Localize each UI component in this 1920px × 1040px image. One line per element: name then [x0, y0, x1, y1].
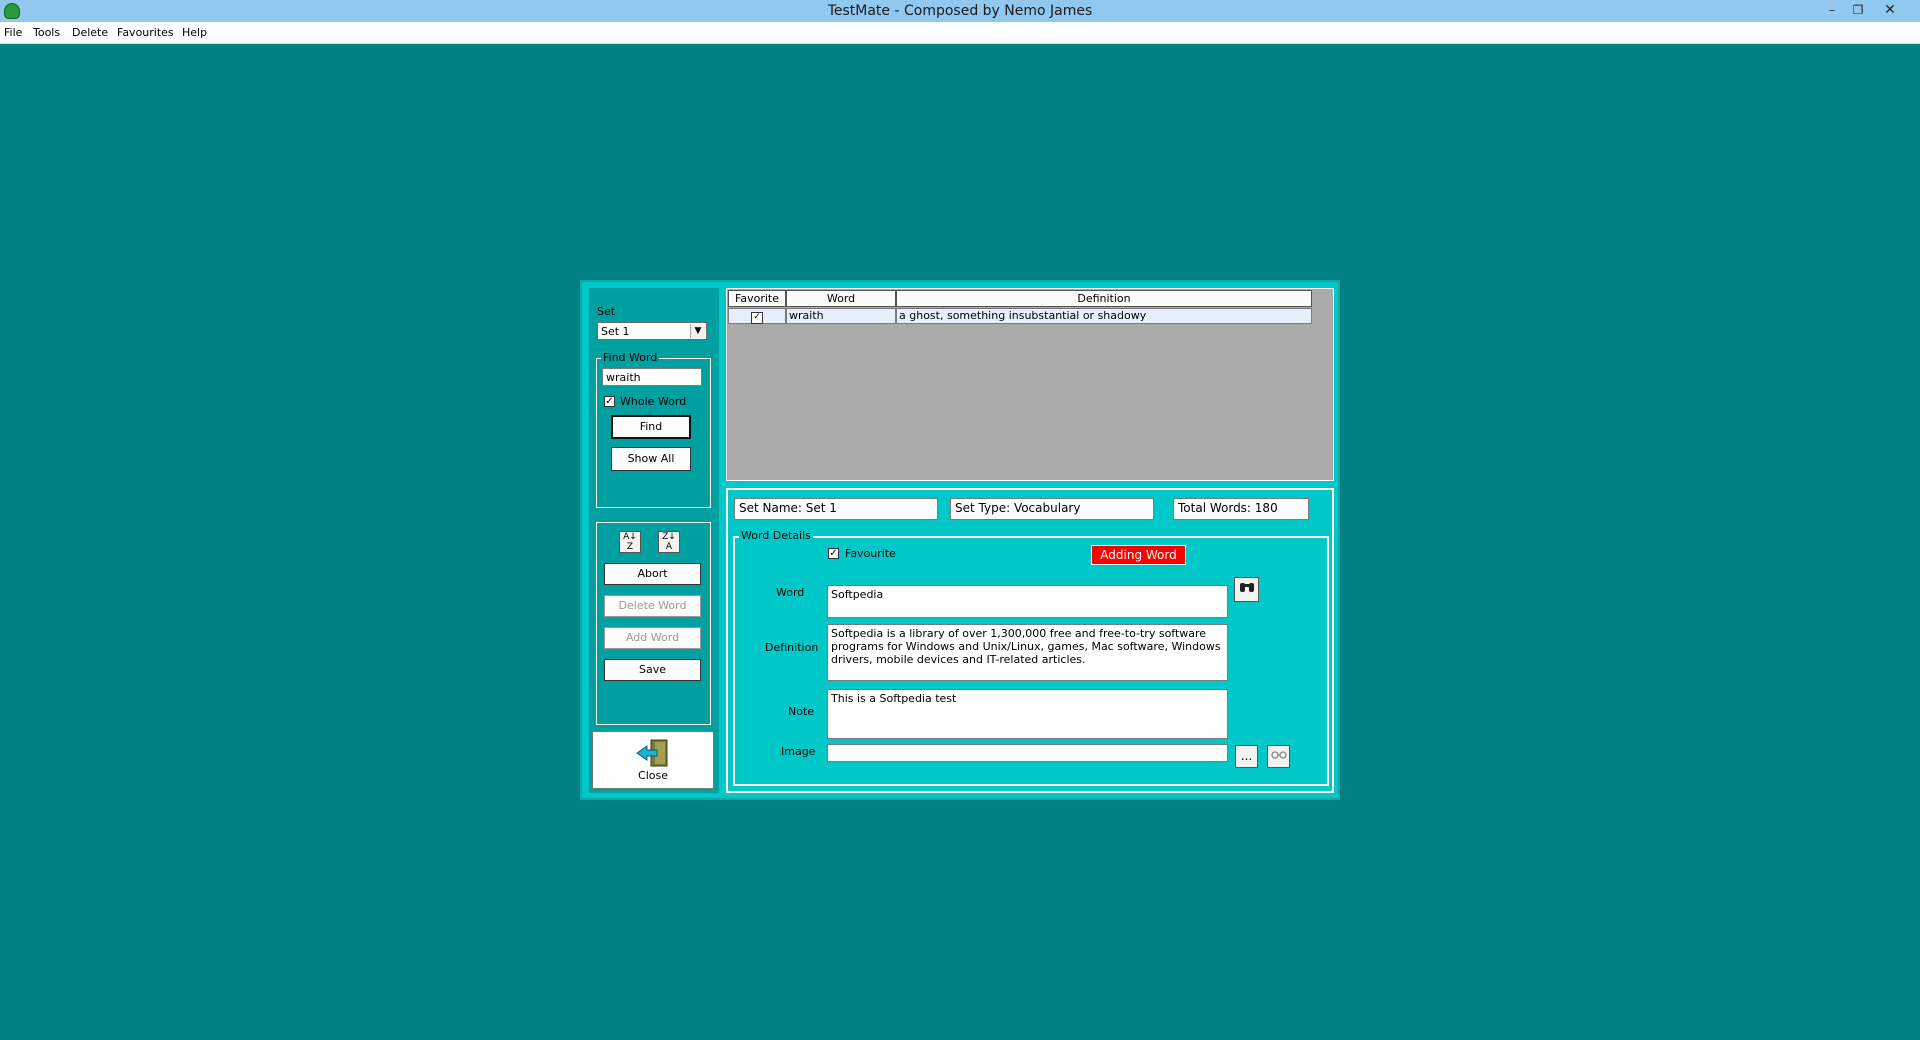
title-bar: TestMate - Composed by Nemo James – ❐ ✕: [0, 0, 1920, 22]
close-button[interactable]: Close: [592, 731, 714, 789]
set-label: Set: [597, 305, 616, 318]
find-word-input[interactable]: [602, 368, 702, 386]
definition-label: Definition: [765, 641, 819, 654]
menu-delete[interactable]: Delete: [72, 26, 108, 39]
close-window-button[interactable]: ✕: [1876, 0, 1904, 20]
image-path-field[interactable]: [827, 744, 1228, 762]
word-details-title: Word Details: [739, 529, 813, 542]
note-label: Note: [788, 705, 815, 718]
sort-za-icon[interactable]: Z↓ A: [658, 531, 680, 553]
find-word-title: Find Word: [601, 351, 660, 364]
grid-header-favorite[interactable]: Favorite: [728, 290, 786, 307]
menu-file[interactable]: File: [4, 26, 22, 39]
favourite-label: Favourite: [845, 547, 896, 560]
status-badge: Adding Word: [1091, 545, 1186, 565]
table-row-favorite-cell[interactable]: ✓: [728, 308, 786, 324]
image-label: Image: [781, 745, 816, 758]
sort-az-icon[interactable]: A↓ Z: [619, 531, 641, 553]
minimize-button[interactable]: –: [1818, 0, 1846, 20]
exit-door-icon: [636, 739, 668, 767]
chevron-down-icon[interactable]: ▼: [690, 324, 705, 338]
total-words-field: Total Words: 180: [1173, 498, 1309, 520]
word-label: Word: [776, 586, 805, 599]
table-row-word-cell[interactable]: wraith: [786, 308, 896, 324]
menu-help[interactable]: Help: [182, 26, 207, 39]
menu-bar: File Tools Delete Favourites Help: [0, 22, 1920, 44]
grid-header-definition[interactable]: Definition: [896, 290, 1312, 307]
set-select[interactable]: Set 1 ▼: [597, 322, 707, 340]
set-name-field: Set Name: Set 1: [734, 498, 938, 520]
note-field[interactable]: This is a Softpedia test: [827, 689, 1228, 739]
glasses-icon[interactable]: [1267, 745, 1290, 768]
favourite-checkbox[interactable]: ✓: [828, 548, 839, 559]
abort-button[interactable]: Abort: [604, 563, 701, 585]
menu-favourites[interactable]: Favourites: [117, 26, 174, 39]
grid-header-word[interactable]: Word: [786, 290, 896, 307]
save-button[interactable]: Save: [604, 659, 701, 681]
menu-tools[interactable]: Tools: [33, 26, 60, 39]
window-title: TestMate - Composed by Nemo James: [827, 3, 1093, 19]
whole-word-checkbox[interactable]: ✓: [604, 396, 615, 407]
glasses-glyph: [1270, 751, 1287, 759]
table-row-definition-cell[interactable]: a ghost, something insubstantial or shad…: [896, 308, 1312, 324]
whole-word-label: Whole Word: [620, 395, 687, 408]
binoculars-glyph: [1239, 583, 1254, 592]
actions-group: [596, 522, 711, 725]
browse-button[interactable]: ...: [1235, 745, 1258, 768]
set-type-field: Set Type: Vocabulary: [950, 498, 1154, 520]
add-word-button[interactable]: Add Word: [604, 627, 701, 649]
definition-field[interactable]: Softpedia is a library of over 1,300,000…: [827, 624, 1228, 681]
binoculars-icon[interactable]: [1234, 577, 1259, 602]
word-field[interactable]: Softpedia: [827, 585, 1228, 618]
favorite-checkbox[interactable]: ✓: [751, 312, 763, 324]
show-all-button[interactable]: Show All: [611, 447, 691, 471]
delete-word-button[interactable]: Delete Word: [604, 595, 701, 617]
set-select-value: Set 1: [601, 325, 630, 338]
find-button[interactable]: Find: [611, 415, 691, 439]
restore-button[interactable]: ❐: [1844, 0, 1872, 20]
close-label: Close: [638, 769, 668, 782]
